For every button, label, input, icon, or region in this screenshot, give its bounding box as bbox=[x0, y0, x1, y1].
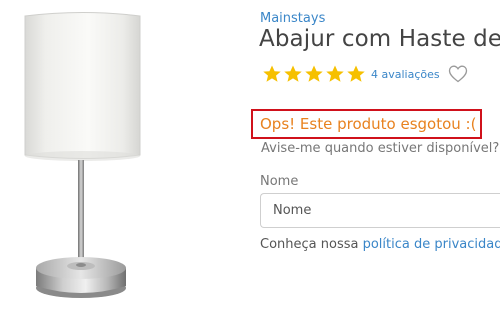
rating-row: 4 avaliações bbox=[262, 64, 440, 84]
notify-prompt: Avise-me quando estiver disponível? bbox=[261, 141, 500, 156]
product-page: Mainstays Abajur com Haste de 4 avaliaçõ… bbox=[0, 0, 500, 312]
star-icon bbox=[326, 65, 344, 82]
name-field-label: Nome bbox=[260, 174, 299, 189]
heart-outline-icon[interactable] bbox=[448, 64, 468, 84]
star-icon bbox=[305, 65, 323, 82]
privacy-notice: Conheça nossa política de privacidade bbox=[260, 237, 500, 252]
product-image bbox=[24, 12, 141, 298]
review-count-link[interactable]: 4 avaliações bbox=[371, 68, 440, 81]
star-icon bbox=[263, 65, 281, 82]
privacy-prefix-text: Conheça nossa bbox=[260, 237, 363, 252]
privacy-policy-link[interactable]: política de privacidade bbox=[363, 237, 500, 252]
star-rating bbox=[262, 64, 366, 84]
star-icon bbox=[284, 65, 302, 82]
name-field[interactable] bbox=[260, 193, 500, 228]
brand-link[interactable]: Mainstays bbox=[260, 11, 325, 26]
star-icon bbox=[347, 65, 365, 82]
soldout-message: Ops! Este produto esgotou :( bbox=[260, 115, 477, 133]
product-title: Abajur com Haste de bbox=[259, 26, 500, 52]
